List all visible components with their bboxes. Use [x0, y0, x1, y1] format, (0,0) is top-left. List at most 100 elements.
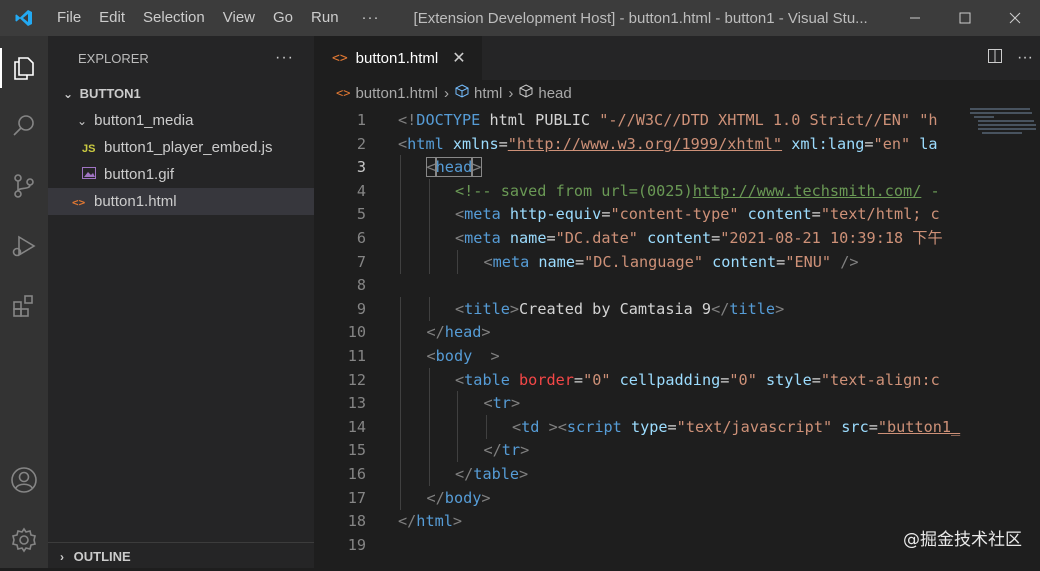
settings-gear-icon[interactable] [0, 516, 48, 564]
editor-tab-bar: <> button1.html ✕ ··· [314, 36, 1040, 80]
search-icon[interactable] [0, 102, 48, 150]
explorer-sidebar: EXPLORER ··· ⌄ BUTTON1 ⌄ button1_media J… [48, 36, 314, 568]
javascript-file-icon: JS [82, 143, 96, 155]
indent-guide [457, 391, 458, 416]
line-number: 1 [356, 111, 366, 129]
outline-section[interactable]: › OUTLINE [48, 542, 314, 569]
indent-guide [400, 320, 401, 345]
explorer-icon[interactable] [0, 44, 48, 92]
line-number: 10 [347, 323, 366, 342]
indent-guide [428, 226, 430, 250]
code-text: <meta name="DC.language" content="ENU" /… [483, 252, 859, 271]
line-number: 13 [347, 394, 366, 413]
tree-item-label: button1_media [94, 112, 194, 129]
code-text: <tr> [483, 394, 521, 413]
code-line: 17 </body> [314, 485, 1040, 510]
indent-guide [485, 414, 487, 439]
code-line: 14 <td ><script type="text/javascript" sr… [314, 414, 1040, 439]
line-number: 18 [347, 512, 366, 531]
line-number: 19 [347, 535, 366, 554]
code-line: 13 <tr> [314, 391, 1040, 416]
code-text: <head> [425, 157, 483, 178]
code-editor[interactable]: 1 <!DOCTYPE html PUBLIC "-//W3C//DTD XHTM… [314, 106, 1040, 568]
indent-guide [400, 391, 401, 416]
more-actions-icon[interactable]: ··· [1010, 49, 1040, 67]
line-number: 17 [347, 488, 366, 507]
line-number: 9 [356, 299, 366, 318]
indent-guide [457, 438, 458, 463]
breadcrumb-html[interactable]: html [474, 85, 502, 102]
menu-selection[interactable]: Selection [134, 0, 214, 36]
extensions-icon[interactable] [0, 282, 48, 330]
source-control-icon[interactable] [0, 162, 48, 210]
indent-guide [400, 249, 401, 274]
chevron-right-icon: › [60, 550, 64, 564]
code-text: <td ><script type="text/javascript" src=… [512, 417, 961, 436]
workspace-root[interactable]: ⌄ BUTTON1 [48, 80, 314, 107]
window-controls [890, 0, 1040, 36]
line-number: 7 [356, 252, 366, 271]
line-number: 4 [356, 181, 366, 200]
maximize-icon[interactable] [940, 0, 990, 36]
explorer-more-actions-icon[interactable]: ··· [275, 49, 294, 67]
indent-guide [400, 344, 401, 368]
minimize-icon[interactable] [890, 0, 940, 36]
chevron-down-icon: ⌄ [76, 114, 88, 128]
watermark: @掘金技术社区 [903, 530, 1022, 550]
code-line: 7 <meta name="DC.language" content="ENU" … [314, 249, 1040, 274]
indent-guide [400, 462, 401, 486]
menu-view[interactable]: View [214, 0, 264, 36]
html-file-icon: <> [72, 196, 86, 209]
code-line: 2 <html xmlns="http://www.w3.org/1999/xht… [314, 132, 1040, 156]
tab-button1-html[interactable]: <> button1.html ✕ [314, 36, 482, 80]
close-window-icon[interactable] [990, 0, 1040, 36]
indent-guide [400, 226, 401, 250]
title-bar: File Edit Selection View Go Run ··· [Ext… [0, 0, 1040, 36]
minimap[interactable] [966, 106, 1040, 568]
tree-item-folder[interactable]: ⌄ button1_media [48, 107, 314, 134]
code-line: 15 </tr> [314, 438, 1040, 463]
line-number: 15 [347, 441, 366, 460]
account-icon[interactable] [0, 456, 48, 504]
menu-edit[interactable]: Edit [90, 0, 134, 36]
breadcrumb-file[interactable]: button1.html [355, 85, 438, 102]
tree-item-file-selected[interactable]: <> button1.html [48, 188, 314, 215]
code-line: 4 <!-- saved from url=(0025)http://www.te… [314, 178, 1040, 203]
menu-run[interactable]: Run [302, 0, 348, 36]
line-number: 5 [356, 205, 366, 224]
line-number: 3 [356, 158, 366, 177]
code-line: 3 <head> [314, 155, 1040, 180]
code-line: 12 <table border="0" cellpadding="0" styl… [314, 367, 1040, 392]
image-file-icon [82, 163, 104, 190]
line-number: 2 [356, 134, 366, 153]
line-number: 12 [347, 370, 366, 389]
code-text: <table border="0" cellpadding="0" style=… [455, 370, 940, 389]
code-text: <html xmlns="http://www.w3.org/1999/xhtm… [398, 134, 938, 153]
menu-go[interactable]: Go [264, 0, 302, 36]
code-text: </body> [426, 488, 491, 507]
indent-guide [400, 438, 401, 463]
close-tab-icon[interactable]: ✕ [452, 48, 465, 68]
html-file-icon: <> [336, 86, 351, 100]
tree-item-file[interactable]: button1.gif [48, 161, 314, 188]
code-text: <!DOCTYPE html PUBLIC "-//W3C//DTD XHTML… [398, 111, 938, 129]
chevron-down-icon: ⌄ [62, 87, 74, 101]
indent-guide [428, 367, 430, 392]
breadcrumb-head[interactable]: head [538, 85, 571, 102]
menu-file[interactable]: File [48, 0, 90, 36]
indent-guide [428, 462, 430, 486]
code-line: 10 </head> [314, 320, 1040, 345]
code-text: <body > [426, 347, 500, 365]
code-line: 11 <body > [314, 344, 1040, 368]
tree-item-file[interactable]: JS button1_player_embed.js [48, 134, 314, 161]
menu-more[interactable]: ··· [348, 0, 394, 36]
run-debug-icon[interactable] [0, 222, 48, 270]
indent-guide [428, 414, 430, 439]
line-number: 6 [356, 229, 366, 247]
split-editor-icon[interactable] [980, 48, 1010, 69]
outline-label: OUTLINE [73, 549, 131, 564]
tab-label: button1.html [355, 49, 439, 67]
tree-item-label: button1.gif [104, 166, 175, 183]
workspace-root-label: BUTTON1 [79, 86, 141, 101]
line-number: 14 [347, 417, 366, 436]
